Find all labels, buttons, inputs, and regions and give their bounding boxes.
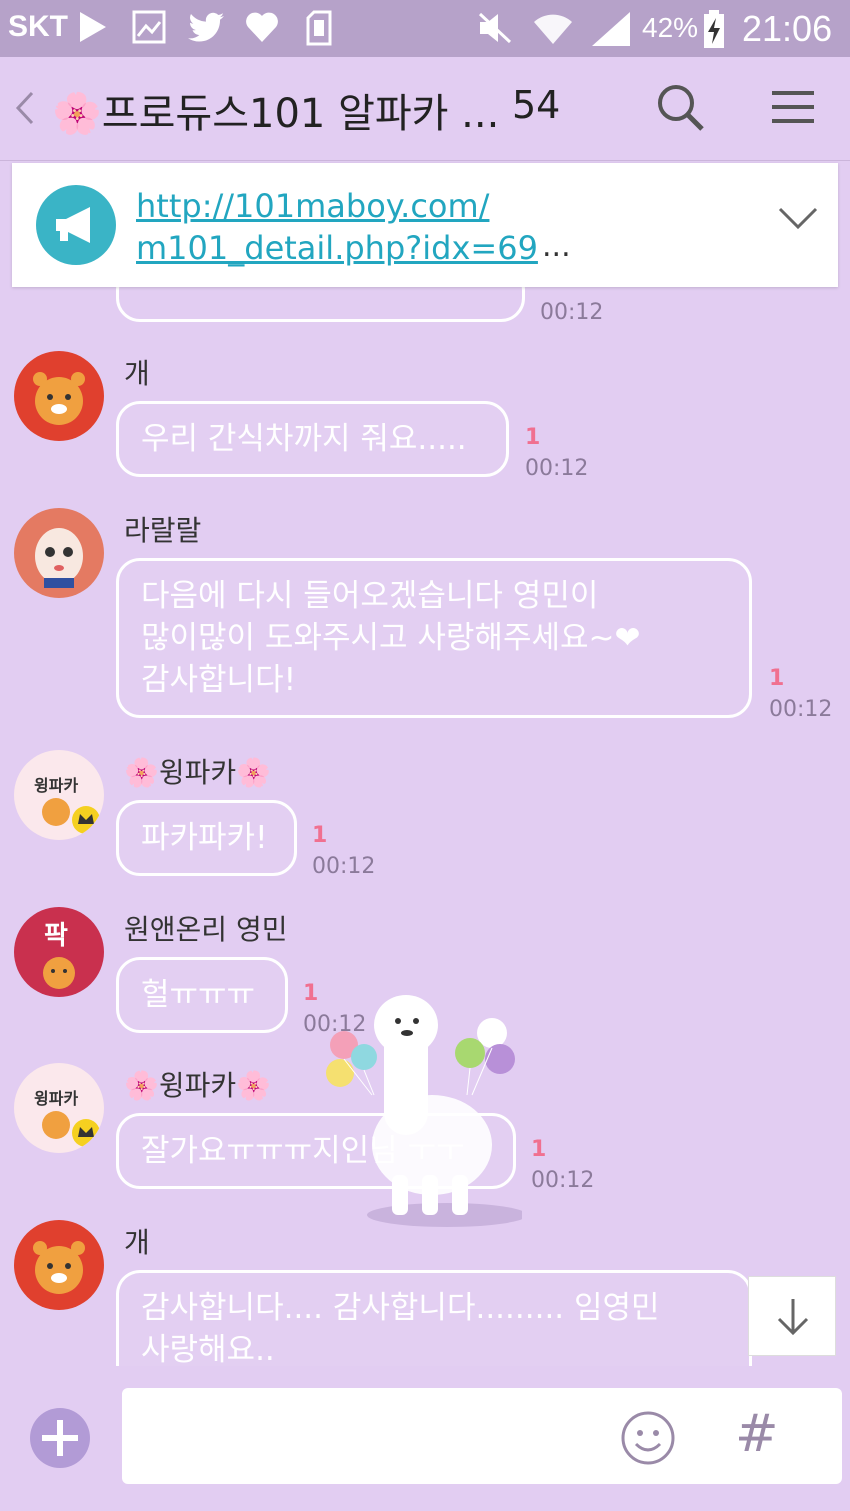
arrow-down-icon [777,1299,809,1336]
unread-count: 1 [769,666,785,691]
emoji-icon[interactable] [620,1410,676,1466]
message-line: 사랑해요.. [141,1332,275,1366]
message-line: 다음에 다시 들어오겠습니다 영민이 [141,578,599,614]
menu-icon[interactable] [772,89,814,125]
clock: 21:06 [742,8,833,49]
message-time: 00:12 [531,1168,595,1193]
message-text: 헐ㅠㅠㅠ [141,977,256,1013]
notice-ellipsis: ... [542,229,571,264]
wifi-icon [534,14,572,44]
message-bubble[interactable]: 헐ㅠㅠㅠ [116,957,288,1033]
unread-count: 1 [531,1137,547,1162]
carrier-label: SKT [8,10,68,43]
unread-count: 1 [525,425,541,450]
message-input[interactable] [122,1388,842,1484]
message-line: 감사합니다! [141,662,297,698]
back-icon[interactable] [14,91,36,125]
message-text: 파카파카! [141,820,268,856]
input-bar: # [0,1366,850,1511]
image-icon [132,10,166,44]
avatar[interactable]: 윙파카 [14,750,104,840]
sd-card-icon [306,10,332,46]
notice-banner[interactable]: http://101maboy.com/ m101_detail.php?idx… [12,163,838,287]
message-time: 00:12 [540,300,604,325]
message-bubble[interactable]: 우리 간식차까지 줘요..... [116,401,509,477]
member-count: 54 [512,83,561,127]
message-bubble[interactable]: 잘가요ㅠㅠㅠ지인님 ㅜㅜ [116,1113,516,1189]
message-time: 00:12 [769,697,833,722]
search-icon[interactable] [656,83,706,133]
sender-name: 개 [124,1226,150,1259]
room-title: 🌸프로듀스101 알파카 ... [52,91,500,137]
battery-charging-icon [704,10,724,48]
avatar[interactable]: 윙파카 [14,1063,104,1153]
megaphone-icon [36,185,116,265]
message-text: 잘가요ㅠㅠㅠ지인님 ㅜㅜ [141,1133,465,1169]
message-bubble[interactable]: 감사합니다.... 감사합니다......... 임영민 사랑해요.. [116,1270,752,1366]
unread-count: 1 [312,823,328,848]
message-time: 00:12 [312,854,376,879]
hashtag-button[interactable]: # [735,1404,779,1464]
message-text: 우리 간식차까지 줘요..... [141,421,467,457]
sender-name: 🌸윙파카🌸 [124,756,272,789]
avatar[interactable] [14,351,104,441]
sender-name: 🌸윙파카🌸 [124,1069,272,1102]
notice-link-line2[interactable]: m101_detail.php?idx=69 [136,227,538,269]
chevron-down-icon[interactable] [778,207,818,231]
message-line: 많이많이 도와주시고 사랑해주세요~❤ [141,620,641,656]
sender-name: 개 [124,357,150,390]
signal-icon [592,12,630,46]
avatar[interactable]: 팍 [14,907,104,997]
chat-header: 🌸프로듀스101 알파카 ... 54 [0,57,850,161]
notice-link-line1[interactable]: http://101maboy.com/ [136,185,538,227]
battery-percent: 42% [642,12,699,43]
plus-icon[interactable] [30,1408,90,1468]
unread-count: 1 [303,981,319,1006]
message-time: 00:12 [525,456,589,481]
mute-icon [478,12,512,44]
sender-name: 라랄랄 [124,514,202,547]
status-bar: SKT 42% 21:06 [0,0,850,57]
sender-name: 원앤온리 영민 [124,913,288,946]
heart-icon [246,12,278,42]
message-bubble[interactable]: 다음에 다시 들어오겠습니다 영민이 많이많이 도와주시고 사랑해주세요~❤ 감… [116,558,752,718]
message-line: 감사합니다.... 감사합니다......... 임영민 [141,1290,660,1326]
play-icon [80,12,106,42]
twitter-icon [188,12,224,42]
scroll-down-button[interactable] [748,1276,836,1356]
avatar[interactable] [14,508,104,598]
message-bubble[interactable]: 파카파카! [116,800,297,876]
avatar[interactable] [14,1220,104,1310]
notice-link[interactable]: http://101maboy.com/ m101_detail.php?idx… [136,185,538,269]
